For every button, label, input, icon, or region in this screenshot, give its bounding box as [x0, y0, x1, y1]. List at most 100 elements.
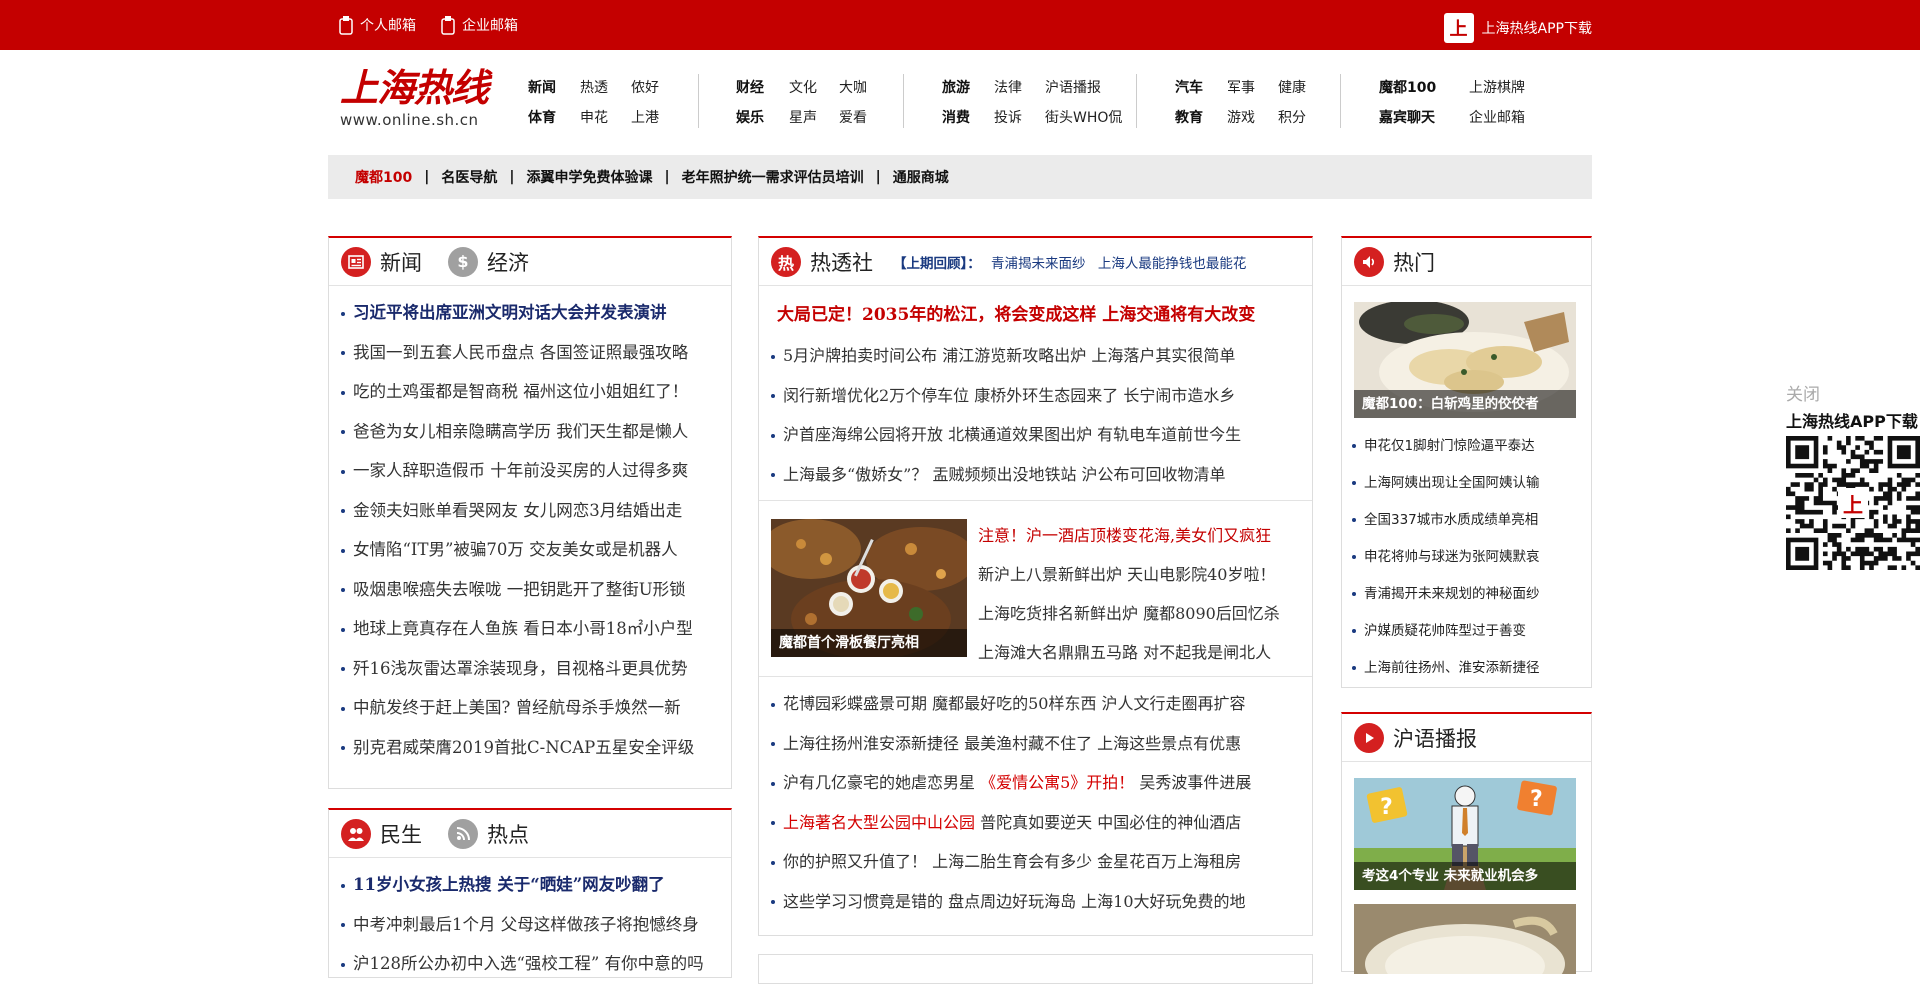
- list-item[interactable]: 我国一到五套人民币盘点 各国签证照最强攻略: [341, 333, 731, 373]
- nav-link-entertainment[interactable]: 娱乐: [736, 107, 789, 127]
- nav-link-auto[interactable]: 汽车: [1175, 77, 1227, 97]
- list-item[interactable]: 一家人辞职造假币 十年前没买房的人过得多爽: [341, 451, 731, 491]
- nav-link-daka[interactable]: 大咖: [839, 77, 867, 97]
- bullet-icon: [341, 311, 345, 316]
- list-item[interactable]: 沪媒质疑花帅阵型过于善变: [1352, 613, 1540, 650]
- newspaper-icon: [341, 246, 371, 277]
- list-item[interactable]: 沪128所公办初中入选“强校工程” 有你中意的吗: [341, 944, 731, 984]
- nav-link-culture[interactable]: 文化: [789, 77, 839, 97]
- nav-link-consume[interactable]: 消费: [942, 107, 994, 127]
- strip-link-modu100[interactable]: 魔都100: [355, 167, 412, 187]
- list-item[interactable]: 沪首座海绵公园将开放 北横通道效果图出炉 有轨电车道前世今生: [771, 415, 1241, 455]
- retou-title[interactable]: 热 热透社: [771, 246, 873, 277]
- huyu-title[interactable]: 沪语播报: [1354, 722, 1477, 753]
- nav-link-huyu[interactable]: 沪语播报: [1045, 77, 1101, 97]
- retou-red-link[interactable]: 注意！沪一酒店顶楼变花海,美女们又疯狂: [978, 516, 1308, 555]
- close-button[interactable]: 关闭: [1786, 380, 1920, 408]
- list-item[interactable]: 女情陷“IT男”被骗70万 交友美女或是机器人: [341, 530, 731, 570]
- retou-list-1: 5月沪牌拍卖时间公布 浦江游览新攻略出炉 上海落户其实很简单 闵行新增优化2万个…: [759, 336, 1241, 494]
- nav-link-finance[interactable]: 财经: [736, 77, 789, 97]
- nav-link-enterprise-mail[interactable]: 企业邮箱: [1469, 107, 1525, 127]
- list-item[interactable]: 闵行新增优化2万个停车位 康桥外环生态园来了 长宁闹市造水乡: [771, 376, 1241, 416]
- list-item[interactable]: 别克君威荣膺2019首批C-NCAP五星安全评级: [341, 728, 731, 768]
- site-logo[interactable]: 上海热线 www.online.sh.cn: [340, 66, 490, 136]
- list-item[interactable]: 上海著名大型公园中山公园 普陀真如要逆天 中国必住的神仙酒店: [771, 803, 1251, 843]
- nav-link-retou[interactable]: 热透: [580, 77, 631, 97]
- list-item[interactable]: 歼16浅灰雷达罩涂装现身，目视格斗更具优势: [341, 649, 731, 689]
- nav-link-modu100[interactable]: 魔都100: [1379, 77, 1469, 97]
- strip-link-mall[interactable]: 通服商城: [893, 167, 949, 187]
- list-item[interactable]: 中考冲刺最后1个月 父母这样做孩子将抱憾终身: [341, 905, 731, 945]
- list-item[interactable]: 申花仅1脚射门惊险逼平泰达: [1352, 428, 1540, 465]
- list-item[interactable]: 上海阿姨出现让全国阿姨认输: [1352, 465, 1540, 502]
- enterprise-mail-link[interactable]: 企业邮箱: [440, 15, 518, 35]
- qr-code[interactable]: 上: [1786, 436, 1920, 570]
- app-download-link[interactable]: 上 上海热线APP下载: [1443, 13, 1592, 43]
- tab-minsheng[interactable]: 民生: [341, 818, 422, 849]
- nav-link-travel[interactable]: 旅游: [942, 77, 994, 97]
- retou-headline[interactable]: 大局已定！2035年的松江，将会变成这样 上海交通将有大改变: [759, 286, 1312, 332]
- list-item[interactable]: 爸爸为女儿相亲隐瞒高学历 我们天生都是懒人: [341, 412, 731, 452]
- nav-link-games[interactable]: 游戏: [1227, 107, 1278, 127]
- strip-link-elder-care[interactable]: 老年照护统一需求评估员培训: [682, 167, 864, 187]
- bullet-icon: [341, 746, 345, 750]
- nav-link-sports[interactable]: 体育: [528, 107, 580, 127]
- nav-link-law[interactable]: 法律: [994, 77, 1045, 97]
- career-illustration-image[interactable]: ? ? 考这4个专业 未来就业机会多: [1354, 778, 1576, 890]
- list-item[interactable]: 你的护照又升值了！ 上海二胎生育会有多少 金星花百万上海租房: [771, 842, 1251, 882]
- huyu-second-image[interactable]: [1354, 904, 1576, 974]
- list-item[interactable]: 上海前往扬州、淮安添新捷径: [1352, 650, 1540, 687]
- nav-link-jietou[interactable]: 街头WHO侃: [1045, 107, 1122, 127]
- list-item[interactable]: 金领夫妇账单看哭网友 女儿网恋3月结婚出走: [341, 491, 731, 531]
- bullet-icon: [341, 923, 345, 927]
- nav-link-guest-chat[interactable]: 嘉宾聊天: [1379, 107, 1469, 127]
- tab-economy[interactable]: $ 经济: [448, 246, 529, 277]
- list-item[interactable]: 申花将帅与球迷为张阿姨默哀: [1352, 539, 1540, 576]
- ticker-link[interactable]: 青浦揭未来面纱: [991, 256, 1086, 272]
- nav-link-shenhua[interactable]: 申花: [580, 107, 631, 127]
- nav-link-xingsheng[interactable]: 星声: [789, 107, 839, 127]
- list-item[interactable]: 中航发终于赶上美国? 曾经航母杀手焕然一新: [341, 688, 731, 728]
- nav-link-health[interactable]: 健康: [1278, 77, 1306, 97]
- minsheng-list: 11岁小女孩上热搜 关于“晒娃”网友吵翻了 中考冲刺最后1个月 父母这样做孩子将…: [329, 858, 731, 984]
- list-item[interactable]: 沪有几亿豪宅的她虐恋男星 《爱情公寓5》开拍！ 吴秀波事件进展: [771, 763, 1251, 803]
- list-item[interactable]: 习近平将出席亚洲文明对话大会并发表演讲: [341, 293, 731, 333]
- list-item-text: 上海前往扬州、淮安添新捷径: [1364, 660, 1540, 676]
- play-icon: [1354, 722, 1384, 753]
- list-item[interactable]: 全国337城市水质成绩单亮相: [1352, 502, 1540, 539]
- list-item[interactable]: 吃的土鸡蛋都是智商税 福州这位小姐姐红了！: [341, 372, 731, 412]
- nav-link-aikan[interactable]: 爱看: [839, 107, 867, 127]
- list-item[interactable]: 上海吃货排名新鲜出炉 魔都8090后回忆杀: [978, 594, 1308, 633]
- nav-link-military[interactable]: 军事: [1227, 77, 1278, 97]
- huyu-title-label: 沪语播报: [1393, 726, 1477, 751]
- skateboard-restaurant-image[interactable]: 魔都首个滑板餐厅亮相: [771, 519, 967, 657]
- list-item[interactable]: 这些学习习惯竟是错的 盘点周边好玩海岛 上海10大好玩免费的地: [771, 882, 1251, 922]
- list-item[interactable]: 上海滩大名鼎鼎五马路 对不起我是闸北人: [978, 633, 1308, 672]
- strip-link-doctor-nav[interactable]: 名医导航: [441, 167, 497, 187]
- list-item[interactable]: 上海最多“傲娇女”？ 盂贼频频出没地铁站 沪公布可回收物清单: [771, 455, 1241, 495]
- list-item[interactable]: 新沪上八景新鲜出炉 天山电影院40岁啦！: [978, 555, 1308, 594]
- nav-link-complain[interactable]: 投诉: [994, 107, 1045, 127]
- nav-link-nonghao[interactable]: 侬好: [631, 77, 659, 97]
- tab-news[interactable]: 新闻: [341, 246, 422, 277]
- bullet-icon: [771, 781, 775, 786]
- list-item[interactable]: 5月沪牌拍卖时间公布 浦江游览新攻略出炉 上海落户其实很简单: [771, 336, 1241, 376]
- strip-link-trial-class[interactable]: 添翼申学免费体验课: [526, 167, 652, 187]
- tab-hotspot[interactable]: 热点: [448, 818, 529, 849]
- list-item[interactable]: 青浦揭开未来规划的神秘面纱: [1352, 576, 1540, 613]
- personal-mail-link[interactable]: 个人邮箱: [338, 15, 416, 35]
- list-item[interactable]: 上海往扬州淮安添新捷径 最美渔村藏不住了 上海这些景点有优惠: [771, 724, 1251, 764]
- ticker-link[interactable]: 上海人最能挣钱也最能花: [1098, 256, 1247, 272]
- list-item[interactable]: 11岁小女孩上热搜 关于“晒娃”网友吵翻了: [341, 865, 731, 905]
- list-item[interactable]: 地球上竟真存在人鱼族 看日本小哥18㎡小户型: [341, 609, 731, 649]
- chicken-dish-image[interactable]: 魔都100：白斩鸡里的佼佼者: [1354, 302, 1576, 418]
- nav-link-chess[interactable]: 上游棋牌: [1469, 77, 1525, 97]
- hot-side-title[interactable]: 热门: [1354, 246, 1435, 277]
- list-item[interactable]: 吸烟患喉癌失去喉咙 一把钥匙开了整街U形锁: [341, 570, 731, 610]
- nav-link-education[interactable]: 教育: [1175, 107, 1227, 127]
- nav-link-shanggang[interactable]: 上港: [631, 107, 659, 127]
- nav-link-news[interactable]: 新闻: [528, 77, 580, 97]
- nav-link-points[interactable]: 积分: [1278, 107, 1306, 127]
- list-item[interactable]: 花博园彩蝶盛景可期 魔都最好吃的50样东西 沪人文行走圈再扩容: [771, 684, 1251, 724]
- bullet-icon: [341, 509, 345, 513]
